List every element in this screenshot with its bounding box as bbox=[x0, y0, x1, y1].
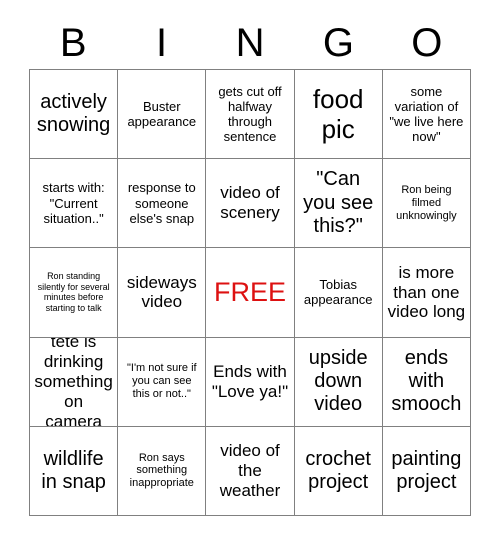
bingo-cell-label: "I'm not sure if you can see this or not… bbox=[126, 362, 197, 401]
bingo-cell-label: ends with smooch bbox=[391, 346, 462, 416]
bingo-cell[interactable]: some variation of "we live here now" bbox=[382, 70, 471, 160]
bingo-header-row: B I N G O bbox=[29, 16, 471, 69]
bingo-cell-label: Buster appearance bbox=[127, 98, 197, 130]
bingo-cell-label: "Can you see this?" bbox=[303, 168, 374, 237]
bingo-cell[interactable]: Ron being filmed unknowingly bbox=[382, 159, 471, 249]
header-letter-b: B bbox=[59, 20, 87, 65]
bingo-cell[interactable]: Ron standing silently for several minute… bbox=[30, 248, 119, 338]
bingo-cell-label: upside down video bbox=[308, 346, 368, 416]
bingo-cell[interactable]: actively snowing bbox=[30, 70, 119, 160]
bingo-cell-label: response to someone else's snap bbox=[127, 180, 196, 226]
bingo-cell-label: some variation of "we live here now" bbox=[389, 83, 464, 145]
bingo-cell[interactable]: Ends with "Love ya!" bbox=[206, 337, 295, 427]
bingo-cell[interactable]: video of scenery bbox=[206, 159, 295, 249]
bingo-cell-label: tete is drinking something on camera bbox=[34, 337, 113, 427]
bingo-cell[interactable]: crochet project bbox=[294, 426, 383, 516]
bingo-cell-label: sideways video bbox=[126, 272, 197, 312]
bingo-cell-label: Ron says something inappropriate bbox=[129, 451, 194, 490]
bingo-cell-label: Ron standing silently for several minute… bbox=[37, 271, 110, 313]
bingo-cell[interactable]: Buster appearance bbox=[118, 70, 207, 160]
bingo-cell-label: crochet project bbox=[305, 447, 371, 493]
bingo-cell-label: gets cut off halfway through sentence bbox=[218, 83, 282, 145]
bingo-cell-label: painting project bbox=[391, 447, 462, 493]
header-letter-o: O bbox=[411, 20, 443, 65]
bingo-grid: actively snowing Buster appearance gets cu… bbox=[29, 69, 471, 516]
bingo-cell[interactable]: painting project bbox=[382, 426, 471, 516]
header-letter-n: N bbox=[235, 20, 265, 65]
header-letter-g: G bbox=[322, 20, 354, 65]
bingo-cell[interactable]: video of the weather bbox=[206, 426, 295, 516]
bingo-cell[interactable]: is more than one video long bbox=[382, 248, 471, 338]
bingo-cell-label: actively snowing bbox=[36, 90, 111, 137]
bingo-cell[interactable]: gets cut off halfway through sentence bbox=[206, 70, 295, 160]
bingo-cell-label: starts with: "Current situation.." bbox=[42, 180, 105, 226]
bingo-cell[interactable]: "I'm not sure if you can see this or not… bbox=[118, 337, 207, 427]
bingo-cell-label: Ends with "Love ya!" bbox=[211, 361, 289, 401]
bingo-cell-label: video of the weather bbox=[219, 441, 281, 500]
bingo-cell[interactable]: starts with: "Current situation.." bbox=[30, 159, 119, 249]
bingo-cell-label: Ron being filmed unknowingly bbox=[396, 184, 457, 222]
bingo-cell-label: FREE bbox=[213, 276, 286, 307]
bingo-cell-label: Tobias appearance bbox=[303, 277, 373, 308]
bingo-cell[interactable]: ends with smooch bbox=[382, 337, 471, 427]
bingo-cell-label: video of scenery bbox=[220, 183, 280, 223]
bingo-cell[interactable]: response to someone else's snap bbox=[118, 159, 207, 249]
bingo-cell-label: food pic bbox=[312, 83, 364, 145]
bingo-card: B I N G O actively snowing Buster appeara… bbox=[0, 0, 500, 544]
bingo-cell[interactable]: "Can you see this?" bbox=[294, 159, 383, 249]
header-letter-i: I bbox=[156, 20, 168, 65]
bingo-cell[interactable]: wildlife in snap bbox=[30, 426, 119, 516]
bingo-cell[interactable]: Ron says something inappropriate bbox=[118, 426, 207, 516]
bingo-cell[interactable]: sideways video bbox=[118, 248, 207, 338]
bingo-cell[interactable]: Tobias appearance bbox=[294, 248, 383, 338]
bingo-cell[interactable]: upside down video bbox=[294, 337, 383, 427]
bingo-cell[interactable]: tete is drinking something on camera bbox=[30, 337, 119, 427]
bingo-cell-label: wildlife in snap bbox=[41, 447, 106, 493]
bingo-cell-label: is more than one video long bbox=[387, 262, 466, 322]
bingo-cell-free[interactable]: FREE bbox=[206, 248, 295, 338]
bingo-cell[interactable]: food pic bbox=[294, 70, 383, 160]
